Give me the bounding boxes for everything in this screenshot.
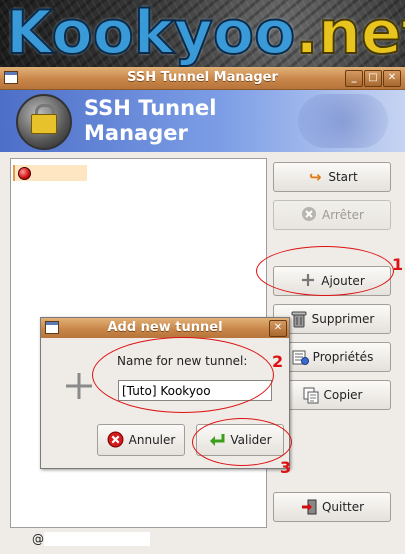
copy-button[interactable]: Copier [273,380,391,410]
delete-button[interactable]: Supprimer [273,304,391,334]
exit-door-icon [300,498,318,516]
properties-icon [291,348,309,366]
header-title: SSH Tunnel Manager [84,96,217,145]
status-red-icon [18,167,31,180]
copy-label: Copier [323,388,363,402]
annotation-number-2: 2 [272,352,284,371]
start-button[interactable]: ↪ Start [273,162,391,192]
close-button[interactable]: ✕ [383,70,401,87]
banner-text-main: Kookyoo [5,0,296,67]
status-field [44,532,150,546]
status-bar: @ [0,530,405,554]
annotation-number-1: 1 [392,255,404,274]
header-watermark-icon [298,94,388,148]
trash-icon [290,310,308,328]
status-at-sign: @ [32,532,44,546]
dialog-title: Add new tunnel [107,320,223,335]
quit-button[interactable]: Quitter [273,492,391,522]
minimize-button[interactable]: _ [345,70,363,87]
lock-logo-icon [16,94,72,150]
start-arrow-icon: ↪ [309,168,322,186]
cancel-label: Annuler [128,433,176,447]
dialog-plus-icon [63,370,95,405]
banner-text-net: .net [294,0,405,67]
cancel-icon [107,431,125,449]
lock-body-icon [31,114,57,134]
stop-icon [300,206,318,224]
banner-logo-text: Kookyoo.net [5,0,405,67]
copy-icon [302,386,320,404]
annotation-ellipse-2 [92,337,274,413]
cancel-button[interactable]: Annuler [97,424,185,456]
maximize-button[interactable]: □ [364,70,382,87]
window-titlebar[interactable]: SSH Tunnel Manager _ □ ✕ [0,67,405,90]
annotation-ellipse-1 [256,246,394,296]
dialog-titlebar[interactable]: Add new tunnel ✕ [41,318,289,338]
delete-label: Supprimer [311,312,375,326]
properties-button[interactable]: Propriétés [273,342,391,372]
tunnel-list-item[interactable] [13,165,87,181]
properties-label: Propriétés [312,350,374,364]
annotation-number-3: 3 [280,458,292,477]
stop-label: Arrêter [321,208,364,222]
dialog-close-button[interactable]: ✕ [269,320,287,337]
app-header: SSH Tunnel Manager [0,90,405,152]
kookyoo-banner: Kookyoo.net [0,0,405,67]
stop-button[interactable]: Arrêter [273,200,391,230]
annotation-ellipse-3 [192,418,292,466]
quit-label: Quitter [321,500,365,514]
start-label: Start [328,170,358,184]
